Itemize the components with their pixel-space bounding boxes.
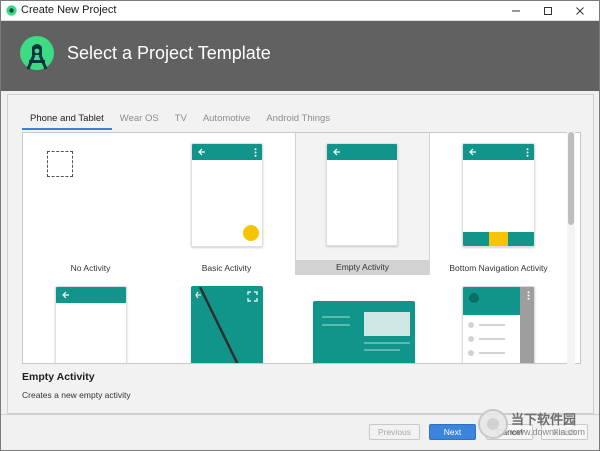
phone-preview: [462, 286, 535, 363]
header-banner: Select a Project Template: [1, 21, 599, 91]
back-arrow-icon: [333, 148, 340, 156]
tab-tv[interactable]: TV: [167, 112, 195, 130]
cancel-button[interactable]: Cancel: [486, 424, 533, 440]
template-label: Basic Activity: [201, 263, 252, 273]
finish-button[interactable]: Finish: [541, 424, 588, 440]
minimize-button[interactable]: [501, 1, 531, 20]
template-grid[interactable]: No Activity Basic Activity Empty Activit…: [22, 132, 581, 364]
footer-divider: [1, 414, 599, 415]
overflow-menu-icon: [254, 148, 257, 157]
template-label: Bottom Navigation Activity: [449, 263, 548, 273]
phone-preview: [191, 143, 263, 247]
drawer-menu-items: [468, 322, 505, 356]
close-button[interactable]: [565, 1, 595, 20]
tab-android-things[interactable]: Android Things: [258, 112, 338, 130]
android-studio-icon: [6, 5, 17, 16]
back-arrow-icon: [198, 148, 205, 156]
overflow-menu-icon: [526, 148, 529, 157]
selected-template-description: Creates a new empty activity: [22, 390, 131, 400]
template-row2-4[interactable]: [431, 279, 566, 363]
maximize-icon: [544, 6, 552, 15]
text-line: [364, 342, 410, 344]
create-new-project-window: Create New Project Select a Project Temp…: [0, 0, 600, 451]
tab-phone-and-tablet[interactable]: Phone and Tablet: [22, 112, 112, 130]
avatar: [469, 293, 479, 303]
template-bottom-navigation-activity[interactable]: Bottom Navigation Activity: [431, 133, 566, 275]
template-label: Empty Activity: [296, 260, 429, 274]
template-row2-3[interactable]: [295, 279, 430, 363]
template-empty-activity[interactable]: Empty Activity: [295, 133, 430, 275]
close-icon: [576, 6, 584, 15]
phone-preview: [462, 143, 535, 247]
android-studio-logo-icon: [20, 36, 54, 70]
bottom-navigation-selected-item: [488, 232, 508, 246]
back-arrow-icon: [62, 291, 69, 299]
template-label: No Activity: [70, 263, 111, 273]
back-arrow-icon: [469, 148, 476, 156]
tab-wear-os[interactable]: Wear OS: [112, 112, 167, 130]
tab-automotive[interactable]: Automotive: [195, 112, 259, 130]
fullscreen-preview: [191, 286, 263, 363]
template-grid-scrollbar[interactable]: [567, 132, 575, 364]
content-block: [364, 312, 410, 336]
app-bar: [463, 144, 534, 160]
page-title: Select a Project Template: [67, 43, 271, 63]
template-no-activity[interactable]: No Activity: [23, 133, 158, 275]
list-line: [322, 316, 350, 318]
fullscreen-icon: [247, 291, 258, 302]
template-row2-2[interactable]: [159, 279, 294, 363]
overflow-menu-icon: [527, 291, 530, 300]
app-bar: [56, 287, 126, 303]
drawer-header: [463, 287, 520, 315]
previous-button[interactable]: Previous: [369, 424, 420, 440]
title-bar: Create New Project: [1, 1, 599, 21]
phone-preview: [55, 286, 127, 363]
template-row2-1[interactable]: [23, 279, 158, 363]
maximize-button[interactable]: [533, 1, 563, 20]
minimize-icon: [512, 10, 520, 11]
empty-placeholder-icon: [47, 151, 73, 177]
fab-icon: [243, 225, 259, 241]
tablet-preview: [313, 301, 415, 363]
template-basic-activity[interactable]: Basic Activity: [159, 133, 294, 275]
list-line: [322, 324, 350, 326]
app-bar: [327, 144, 397, 160]
next-button[interactable]: Next: [429, 424, 476, 440]
app-bar: [192, 144, 262, 160]
text-line: [364, 349, 400, 351]
form-factor-tabs: Phone and Tablet Wear OS TV Automotive A…: [22, 112, 338, 130]
scrollbar-thumb[interactable]: [568, 132, 574, 225]
window-title: Create New Project: [21, 4, 117, 16]
selected-template-title: Empty Activity: [22, 371, 95, 383]
template-panel: Phone and Tablet Wear OS TV Automotive A…: [7, 94, 594, 414]
phone-preview: [326, 143, 398, 246]
